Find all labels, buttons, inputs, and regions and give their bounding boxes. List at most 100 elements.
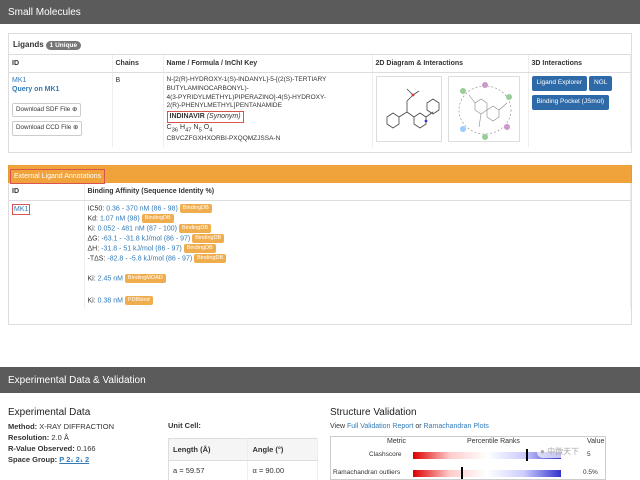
ligand-row: MK1 Query on MK1 Download SDF File ⊕ Dow… xyxy=(9,72,631,147)
ligands-panel: Ligands 1 Unique ID Chains Name / Formula… xyxy=(8,33,632,153)
or-text: or xyxy=(415,423,422,430)
pdbbind-value: 0.38 nM xyxy=(97,297,123,305)
uc-length-a: a = 59.57 xyxy=(168,459,249,480)
moad-key: Ki: xyxy=(87,275,96,283)
ramachandran-bar xyxy=(413,470,561,477)
2d-interactions-image[interactable] xyxy=(447,76,520,142)
space-group-row: Space Group: P 2₁ 2₁ 2 xyxy=(8,455,168,466)
ligand-id-link[interactable]: MK1 xyxy=(12,76,109,85)
pdbbind-tag[interactable]: PDBbind xyxy=(124,296,153,306)
synonym-tag: (Synonym) xyxy=(206,113,241,121)
resolution-value: 2.0 Å xyxy=(51,432,69,442)
affinity-row: Kd: 1.07 nM (98) BindingDB xyxy=(88,214,628,224)
formula-n-n: 5 xyxy=(198,126,202,133)
3d-cell: Ligand Explorer NGL Binding Pocket (JSmol… xyxy=(528,72,631,147)
ramachandran-link[interactable]: Ramachandran Plots xyxy=(424,423,489,430)
2d-structure-image[interactable] xyxy=(375,76,442,142)
ngl-button[interactable]: NGL xyxy=(589,76,613,91)
affinity-value: -63.1 - -31.8 kJ/mol (86 - 97) xyxy=(101,235,191,243)
space-group-link[interactable]: P 2₁ 2₁ 2 xyxy=(59,455,89,464)
bindingdb-tag[interactable]: BindingDB xyxy=(179,224,212,234)
affinity-row: Ki: 0.052 - 481 nM (87 - 100) BindingDB xyxy=(88,224,628,234)
resolution-key: Resolution: xyxy=(8,432,50,442)
ext-id-link[interactable]: MK1 xyxy=(12,204,31,216)
unit-cell-label: Unit Cell: xyxy=(168,421,201,430)
section-title: Small Molecules xyxy=(8,7,81,18)
moad-row: Ki: 2.45 nM BindingMOAD xyxy=(88,274,628,284)
clashscore-value: 5 xyxy=(587,451,591,458)
binding-pocket-button[interactable]: Binding Pocket (JSmol) xyxy=(531,94,610,110)
rvalue-key: R-Value Observed: xyxy=(8,443,75,453)
ligands-heading: Ligands 1 Unique xyxy=(9,34,631,55)
ligands-header-row: ID Chains Name / Formula / InChI Key 2D … xyxy=(9,55,631,73)
rvalue-row: R-Value Observed: 0.166 xyxy=(8,444,168,455)
bindingdb-tag[interactable]: BindingDB xyxy=(192,234,225,244)
bindingdb-tag[interactable]: BindingDB xyxy=(183,244,216,254)
name-line-4: 2(R)-PHENYLMETHYL]PENTANAMIDE xyxy=(166,102,282,110)
affinity-row: ΔG: -63.1 - -31.8 kJ/mol (86 - 97) Bindin… xyxy=(88,234,628,244)
inchi-key: CBVCZFGXHXORBI-PXQQMZJSSA-N xyxy=(166,134,281,142)
formula-c-n: 36 xyxy=(171,126,179,133)
download-sdf-button[interactable]: Download SDF File ⊕ xyxy=(12,102,82,118)
ramachandran-value: 0.5% xyxy=(583,469,598,476)
name-cell: N-[2(R)-HYDROXY-1(S)-INDANYL]-5-[(2(S)-T… xyxy=(163,72,373,147)
affinity-value: 1.07 nM (98) xyxy=(99,215,140,223)
affinity-key: IC50: xyxy=(87,205,105,213)
unit-cell-row: a = 59.57 α = 90.00 xyxy=(168,459,318,480)
external-annotations-title: External Ligand Annotations xyxy=(10,169,106,184)
unit-cell-header: Length (Å) Angle (°) xyxy=(168,438,318,461)
diagram-cell xyxy=(372,72,529,147)
method-value: X-RAY DIFFRACTION xyxy=(39,422,114,431)
method-row: Method: X-RAY DIFFRACTION xyxy=(8,422,168,433)
affinity-key: ΔG: xyxy=(87,235,100,243)
affinity-key: -TΔS: xyxy=(87,255,106,263)
experimental-bar-title: Experimental Data & Validation xyxy=(8,375,146,386)
query-link[interactable]: Query on MK1 xyxy=(12,85,109,94)
bindingdb-tag[interactable]: BindingDB xyxy=(141,214,174,224)
full-validation-link[interactable]: Full Validation Report xyxy=(347,423,413,430)
formula-o-n: 4 xyxy=(209,126,213,133)
affinity-row: IC50: 0.36 - 370 nM (86 - 98) BindingDB xyxy=(88,204,628,214)
validation-slider-graphic[interactable]: Metric Percentile Ranks Value Clashscore… xyxy=(330,436,606,480)
uc-col-angle: Angle (°) xyxy=(247,438,318,461)
formula: C36 H47 N5 O4 xyxy=(167,123,369,135)
ext-col-affinity: Binding Affinity (Sequence Identity %) xyxy=(84,183,631,201)
bindingmoad-tag[interactable]: BindingMOAD xyxy=(124,274,166,284)
experimental-data: Experimental Data Method: X-RAY DIFFRACT… xyxy=(8,407,168,480)
ligands-table: ID Chains Name / Formula / InChI Key 2D … xyxy=(9,55,631,147)
affinity-value: -31.8 - 51 kJ/mol (86 - 97) xyxy=(101,245,182,253)
watermark-text: 中微天下 xyxy=(547,447,580,456)
validation-links: View Full Validation Report or Ramachand… xyxy=(330,423,632,430)
value-col: Value xyxy=(587,438,605,445)
ligand-explorer-button[interactable]: Ligand Explorer xyxy=(531,76,588,91)
validation-title: Structure Validation xyxy=(330,407,417,418)
affinity-row: -TΔS: -82.8 - -5.8 kJ/mol (86 - 97) Bindi… xyxy=(88,254,628,264)
external-header-row: ID Binding Affinity (Sequence Identity %… xyxy=(9,183,631,201)
space-group-key: Space Group: xyxy=(8,454,58,464)
name-line-1: N-[2(R)-HYDROXY-1(S)-INDANYL]-5-[(2(S)-T… xyxy=(166,76,327,83)
ext-col-id: ID xyxy=(9,183,85,201)
formula-h-n: 47 xyxy=(185,126,192,133)
name-line-3: 4(3-PYRIDYLMETHYL)PIPERAZINO]-4(S)-HYDRO… xyxy=(166,93,326,101)
affinity-value: 0.052 - 481 nM (87 - 100) xyxy=(97,225,178,233)
ext-id-cell: MK1 xyxy=(9,200,85,309)
unique-badge: 1 Unique xyxy=(45,41,82,50)
percentile-col: Percentile Ranks xyxy=(467,438,520,445)
col-3d: 3D Interactions xyxy=(528,55,631,73)
uc-angle-alpha: α = 90.00 xyxy=(247,459,318,480)
uc-col-length: Length (Å) xyxy=(168,438,249,461)
clashscore-label: Clashscore xyxy=(369,451,402,458)
bindingdb-tag[interactable]: BindingDB xyxy=(179,204,212,214)
moad-value: 2.45 nM xyxy=(97,275,123,283)
unit-cell: Unit Cell: Length (Å) Angle (°) a = 59.57… xyxy=(168,407,318,480)
pdbbind-row: Ki: 0.38 nM PDBbind xyxy=(88,296,628,306)
experimental-section: Experimental Data Method: X-RAY DIFFRACT… xyxy=(0,393,640,480)
bindingdb-tag[interactable]: BindingDB xyxy=(194,254,227,264)
external-annotations-header: External Ligand Annotations xyxy=(8,165,632,184)
name-line-2: BUTYLAMINOCARBONYL)- xyxy=(166,84,249,92)
col-chains: Chains xyxy=(112,55,164,73)
affinity-key: ΔH: xyxy=(87,245,100,253)
download-ccd-button[interactable]: Download CCD File ⊕ xyxy=(12,121,83,136)
ramachandran-label: Ramachandran outliers xyxy=(333,469,401,476)
col-2d: 2D Diagram & Interactions xyxy=(372,55,529,73)
